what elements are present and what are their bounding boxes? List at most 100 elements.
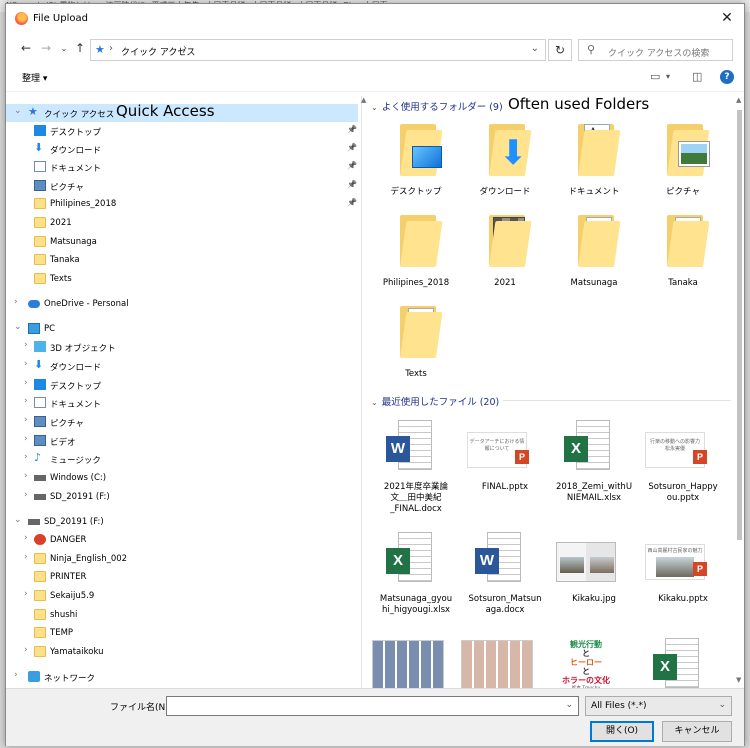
expand-chevron-icon[interactable]: ›: [24, 589, 28, 599]
expand-chevron-icon[interactable]: ›: [24, 471, 28, 481]
folder-tile[interactable]: ピクチャ: [639, 120, 727, 208]
nav-item[interactable]: › SD_20191 (F:): [6, 488, 358, 506]
nav-item[interactable]: shushi: [6, 606, 358, 624]
frequent-folders-header[interactable]: ⌄ よく使用するフォルダー (9): [371, 99, 503, 113]
folder-tile[interactable]: ⬇ ダウンロード: [461, 120, 549, 208]
collapse-chevron-icon[interactable]: ⌄: [14, 322, 22, 332]
file-tile[interactable]: データアーチにおける情報について P FINAL.pptx: [461, 418, 549, 506]
folder-tile[interactable]: 2021: [461, 211, 549, 299]
nav-item[interactable]: ⬇ ダウンロード 📌: [6, 140, 358, 158]
collapse-chevron-icon[interactable]: ⌄: [14, 515, 22, 525]
back-arrow-icon[interactable]: ←: [18, 41, 34, 55]
nav-item[interactable]: Tanaka: [6, 251, 358, 269]
up-arrow-icon[interactable]: ↑: [72, 41, 88, 55]
nav-item[interactable]: › Sekaiju5.9: [6, 587, 358, 605]
scroll-thumb[interactable]: [737, 110, 742, 540]
scroll-up-arrow-icon[interactable]: ▲: [736, 96, 741, 104]
nav-item[interactable]: › 3D オブジェクト: [6, 338, 358, 356]
nav-item[interactable]: ドキュメント 📌: [6, 158, 358, 176]
nav-item[interactable]: ⌄ PC: [6, 320, 358, 338]
file-type-filter[interactable]: All Files (*.*) ⌄: [585, 696, 732, 716]
file-type-chevron-icon[interactable]: ⌄: [718, 700, 726, 710]
nav-item[interactable]: › ドキュメント: [6, 394, 358, 412]
expand-chevron-icon[interactable]: ›: [24, 645, 28, 655]
help-button[interactable]: ?: [720, 70, 734, 84]
address-dropdown-chevron-icon[interactable]: ⌄: [531, 43, 539, 54]
nav-item[interactable]: › ピクチャ: [6, 413, 358, 431]
file-tile[interactable]: X: [639, 636, 727, 688]
nav-item[interactable]: › ⬇ ダウンロード: [6, 357, 358, 375]
folder-tile[interactable]: デスクトップ: [372, 120, 460, 208]
nav-item[interactable]: › Yamataikoku: [6, 643, 358, 661]
nav-item[interactable]: › デスクトップ: [6, 376, 358, 394]
nav-item[interactable]: › ビデオ: [6, 432, 358, 450]
expand-chevron-icon[interactable]: ›: [24, 378, 28, 388]
breadcrumb-separator-icon[interactable]: ›: [183, 43, 187, 54]
expand-chevron-icon[interactable]: ›: [24, 396, 28, 406]
filename-history-chevron-icon[interactable]: ⌄: [565, 700, 573, 710]
file-tile[interactable]: W 2021年度卒業論 文＿田中美紀 _FINAL.docx: [372, 418, 460, 514]
nav-item[interactable]: TEMP: [6, 624, 358, 642]
nav-item[interactable]: Philipines_2018 📌: [6, 195, 358, 213]
expand-chevron-icon[interactable]: ›: [14, 670, 18, 680]
close-button[interactable]: ✕: [710, 4, 744, 32]
file-tile[interactable]: 西山高麗村古民家の魅力 P Kikaku.pptx: [639, 530, 727, 618]
nav-item[interactable]: ピクチャ 📌: [6, 177, 358, 195]
refresh-button[interactable]: ↻: [548, 39, 572, 61]
expand-chevron-icon[interactable]: ›: [24, 490, 28, 500]
nav-item[interactable]: › DANGER: [6, 531, 358, 549]
open-button[interactable]: 開く(O): [590, 721, 654, 742]
file-tile[interactable]: 行楽の移動への影響力 松永実優 P Sotsuron_Happy ou.pptx: [639, 418, 727, 506]
nav-item[interactable]: デスクトップ 📌: [6, 122, 358, 140]
folder-tile[interactable]: Matsunaga: [550, 211, 638, 299]
group-collapse-chevron-icon[interactable]: ⌄: [371, 398, 378, 407]
expand-chevron-icon[interactable]: ›: [24, 533, 28, 543]
expand-chevron-icon[interactable]: ›: [24, 552, 28, 562]
search-input[interactable]: ⚲ クイック アクセスの検索: [578, 39, 733, 61]
preview-pane-icon[interactable]: ◫: [692, 70, 702, 83]
nav-item[interactable]: › ♪ ミュージック: [6, 450, 358, 468]
file-tile[interactable]: [461, 636, 549, 688]
file-tile[interactable]: [372, 636, 460, 688]
address-bar[interactable]: ★ › クイック アクセス › ⌄: [90, 39, 546, 61]
expand-chevron-icon[interactable]: ›: [14, 297, 18, 307]
nav-item[interactable]: › Windows (C:): [6, 469, 358, 487]
filename-input[interactable]: ⌄: [166, 696, 579, 716]
nav-item[interactable]: › Ninja_English_002: [6, 550, 358, 568]
expand-chevron-icon[interactable]: ›: [24, 434, 28, 444]
collapse-chevron-icon[interactable]: ⌄: [14, 106, 22, 116]
folder-tile[interactable]: Philipines_2018: [372, 211, 460, 299]
file-tile[interactable]: 観光行動とヒーローとホラーの文化松本 Tmochy: [550, 636, 638, 688]
nav-item[interactable]: PRINTER: [6, 568, 358, 586]
recent-files-header[interactable]: ⌄ 最近使用したファイル (20): [371, 394, 731, 408]
expand-chevron-icon[interactable]: ›: [24, 340, 28, 350]
expand-chevron-icon[interactable]: ›: [24, 452, 28, 462]
nav-item[interactable]: › OneDrive - Personal: [6, 295, 358, 313]
change-view-icon[interactable]: ▭: [650, 70, 660, 83]
breadcrumb-separator-icon[interactable]: ›: [109, 43, 113, 54]
nav-item[interactable]: ⌄ ★ クイック アクセス Quick Access: [6, 102, 358, 122]
file-tile[interactable]: X 2018_Zemi_withU NIEMAIL.xlsx: [550, 418, 638, 506]
scroll-down-arrow-icon[interactable]: ▼: [736, 676, 741, 684]
folder-icon: [392, 120, 443, 178]
nav-item[interactable]: Texts: [6, 270, 358, 288]
nav-item[interactable]: › ネットワーク: [6, 668, 358, 686]
file-tile[interactable]: W Sotsuron_Matsun aga.docx: [461, 530, 549, 618]
folder-tile[interactable]: Texts: [372, 302, 460, 390]
file-tile[interactable]: X Matsunaga_gyou hi_higyougi.xlsx: [372, 530, 460, 618]
file-tile[interactable]: Kikaku.jpg: [550, 530, 638, 618]
expand-chevron-icon[interactable]: ›: [24, 415, 28, 425]
nav-item[interactable]: 2021: [6, 214, 358, 232]
cancel-button[interactable]: キャンセル: [662, 721, 732, 742]
organize-menu-button[interactable]: 整理 ▾: [22, 71, 47, 84]
folder-tile[interactable]: A ドキュメント: [550, 120, 638, 208]
recent-locations-chevron-icon[interactable]: ⌄: [56, 44, 72, 53]
nav-item[interactable]: ⌄ SD_20191 (F:): [6, 513, 358, 531]
expand-chevron-icon[interactable]: ›: [24, 359, 28, 369]
folder-tile[interactable]: Tanaka: [639, 211, 727, 299]
group-collapse-chevron-icon[interactable]: ⌄: [371, 103, 378, 112]
forward-arrow-icon[interactable]: →: [38, 41, 54, 55]
view-options-chevron-icon[interactable]: ▾: [666, 72, 670, 81]
nav-item[interactable]: Matsunaga: [6, 233, 358, 251]
file-list-scrollbar[interactable]: ▲ ▼: [735, 96, 743, 686]
